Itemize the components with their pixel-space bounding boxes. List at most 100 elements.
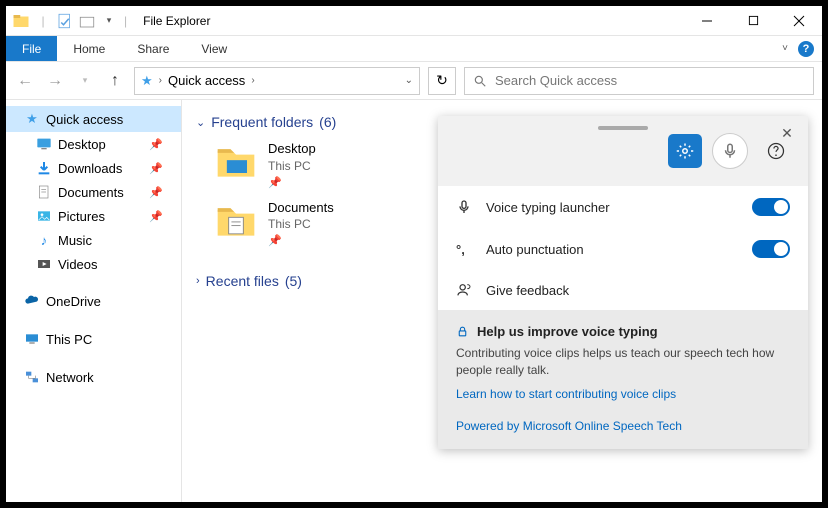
sidebar-network[interactable]: Network: [6, 364, 181, 390]
minimize-button[interactable]: [684, 6, 730, 36]
new-folder-icon[interactable]: [78, 12, 96, 30]
sidebar-item-downloads[interactable]: Downloads 📌: [6, 156, 181, 180]
quick-access-toolbar: | ▾ |: [6, 12, 135, 30]
window-controls: [684, 6, 822, 36]
pin-icon: 📌: [149, 210, 163, 223]
search-placeholder: Search Quick access: [495, 73, 617, 88]
sidebar-thispc[interactable]: This PC: [6, 326, 181, 352]
folder-location: This PC: [268, 158, 316, 174]
downloads-icon: [36, 160, 52, 176]
feedback-icon: [456, 282, 472, 298]
breadcrumb-chevron: ›: [159, 75, 162, 86]
maximize-button[interactable]: [730, 6, 776, 36]
network-icon: [24, 369, 40, 385]
chevron-down-icon: ⌄: [196, 116, 205, 129]
help-icon[interactable]: ?: [798, 41, 814, 57]
thispc-icon: [24, 331, 40, 347]
voice-panel-header: ✕: [438, 116, 808, 186]
toggle-switch[interactable]: [752, 198, 790, 216]
videos-icon: [36, 256, 52, 272]
address-bar-row: ← → ▾ ↑ ★ › Quick access › ⌄ ↻ Search Qu…: [6, 62, 822, 100]
folder-name: Documents: [268, 199, 334, 217]
folder-item-documents[interactable]: Documents This PC 📌: [214, 199, 424, 250]
app-icon: [12, 12, 30, 30]
search-input[interactable]: Search Quick access: [464, 67, 814, 95]
voice-powered-by[interactable]: Powered by Microsoft Online Speech Tech: [456, 419, 790, 433]
sidebar-item-label: Music: [58, 233, 92, 248]
voice-option-punctuation[interactable]: °, Auto punctuation: [438, 228, 808, 270]
search-icon: [473, 74, 487, 88]
nav-up-button[interactable]: ↑: [104, 70, 126, 92]
sidebar-item-videos[interactable]: Videos: [6, 252, 181, 276]
breadcrumb-current[interactable]: Quick access: [168, 73, 245, 88]
qat-divider: |: [122, 14, 129, 28]
desktop-icon: [36, 136, 52, 152]
star-icon: ★: [141, 73, 153, 89]
sidebar-onedrive-label: OneDrive: [46, 294, 101, 309]
window-title: File Explorer: [135, 14, 210, 28]
voice-help-title: Help us improve voice typing: [477, 324, 658, 339]
chevron-right-icon: ›: [196, 275, 200, 287]
title-bar: | ▾ | File Explorer: [6, 6, 822, 36]
qat-dropdown-icon[interactable]: ▾: [100, 12, 118, 30]
navigation-sidebar: ★ Quick access Desktop 📌 Downloads 📌 Doc…: [6, 100, 182, 502]
star-icon: ★: [24, 111, 40, 127]
properties-icon[interactable]: [56, 12, 74, 30]
sidebar-item-documents[interactable]: Documents 📌: [6, 180, 181, 204]
group-label: Recent files: [206, 273, 279, 289]
breadcrumb-history-dropdown[interactable]: ⌄: [405, 75, 413, 86]
sidebar-network-label: Network: [46, 370, 94, 385]
pictures-icon: [36, 208, 52, 224]
sidebar-item-label: Documents: [58, 185, 124, 200]
sidebar-item-label: Pictures: [58, 209, 105, 224]
lock-icon: [456, 325, 469, 338]
breadcrumb[interactable]: ★ › Quick access › ⌄: [134, 67, 420, 95]
onedrive-icon: [24, 293, 40, 309]
sidebar-item-label: Desktop: [58, 137, 106, 152]
folder-icon: [214, 140, 258, 184]
group-count: (5): [285, 273, 302, 289]
sidebar-item-label: Downloads: [58, 161, 122, 176]
pin-icon: 📌: [149, 186, 163, 199]
pin-icon: 📌: [268, 176, 316, 191]
tab-share[interactable]: Share: [121, 36, 185, 61]
tab-file[interactable]: File: [6, 36, 57, 61]
nav-recent-dropdown[interactable]: ▾: [74, 70, 96, 92]
voice-option-label: Voice typing launcher: [486, 200, 738, 215]
close-icon[interactable]: ✕: [776, 122, 798, 144]
punctuation-icon: °,: [456, 242, 472, 257]
nav-back-button[interactable]: ←: [14, 70, 36, 92]
close-button[interactable]: [776, 6, 822, 36]
toggle-switch[interactable]: [752, 240, 790, 258]
ribbon-minimize-icon[interactable]: ˅: [782, 43, 788, 54]
voice-option-launcher[interactable]: Voice typing launcher: [438, 186, 808, 228]
group-count: (6): [319, 114, 336, 130]
drag-handle[interactable]: [598, 126, 648, 130]
tab-view[interactable]: View: [185, 36, 243, 61]
folder-location: This PC: [268, 216, 334, 232]
tab-home[interactable]: Home: [57, 36, 121, 61]
voice-option-feedback[interactable]: Give feedback: [438, 270, 808, 310]
voice-option-label: Auto punctuation: [486, 242, 738, 257]
sidebar-quick-access[interactable]: ★ Quick access: [6, 106, 181, 132]
voice-typing-panel: ✕ Voice typing launcher °, Auto punctuat…: [438, 116, 808, 449]
settings-button[interactable]: [668, 134, 702, 168]
group-label: Frequent folders: [211, 114, 313, 130]
documents-icon: [36, 184, 52, 200]
music-icon: ♪: [36, 232, 52, 248]
sidebar-item-pictures[interactable]: Pictures 📌: [6, 204, 181, 228]
voice-help-link[interactable]: Learn how to start contributing voice cl…: [456, 387, 790, 401]
sidebar-item-desktop[interactable]: Desktop 📌: [6, 132, 181, 156]
pin-icon: 📌: [149, 138, 163, 151]
sidebar-thispc-label: This PC: [46, 332, 92, 347]
sidebar-onedrive[interactable]: OneDrive: [6, 288, 181, 314]
refresh-button[interactable]: ↻: [428, 67, 456, 95]
microphone-icon: [456, 199, 472, 215]
sidebar-item-music[interactable]: ♪ Music: [6, 228, 181, 252]
folder-item-desktop[interactable]: Desktop This PC 📌: [214, 140, 424, 191]
voice-option-label: Give feedback: [486, 283, 790, 298]
ribbon-tabs: File Home Share View ˅ ?: [6, 36, 822, 62]
nav-forward-button[interactable]: →: [44, 70, 66, 92]
sidebar-item-label: Videos: [58, 257, 98, 272]
microphone-button[interactable]: [712, 133, 748, 169]
